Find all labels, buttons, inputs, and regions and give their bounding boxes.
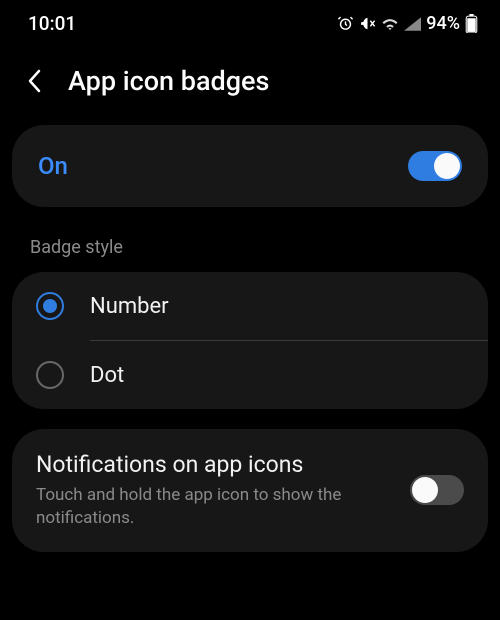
radio-label: Dot [90, 363, 124, 388]
status-bar: 10:01 94% [0, 0, 500, 43]
section-label-badge-style: Badge style [0, 207, 500, 272]
signal-icon [404, 16, 421, 32]
row-title: Notifications on app icons [36, 451, 388, 480]
chevron-left-icon [25, 67, 43, 95]
notifications-toggle-switch[interactable] [410, 475, 464, 505]
status-icons: 94% [337, 13, 478, 34]
radio-option-dot[interactable]: Dot [12, 341, 488, 409]
back-button[interactable] [20, 67, 48, 95]
master-toggle-card: On [12, 125, 488, 207]
badge-style-card: Number Dot [12, 272, 488, 409]
master-toggle-row[interactable]: On [12, 125, 488, 207]
battery-percent: 94% [426, 13, 460, 34]
notifications-on-icons-row[interactable]: Notifications on app icons Touch and hol… [12, 429, 488, 552]
radio-option-number[interactable]: Number [12, 272, 488, 340]
toggle-knob [434, 153, 460, 179]
row-subtitle: Touch and hold the app icon to show the … [36, 484, 388, 530]
alarm-icon [337, 15, 354, 32]
status-time: 10:01 [28, 12, 76, 35]
master-toggle-label: On [38, 152, 386, 180]
radio-label: Number [90, 294, 169, 319]
wifi-icon [381, 16, 399, 32]
page-title: App icon badges [68, 65, 269, 97]
toggle-knob [412, 477, 438, 503]
notifications-on-icons-card: Notifications on app icons Touch and hol… [12, 429, 488, 552]
battery-icon [465, 14, 478, 33]
radio-button[interactable] [36, 361, 64, 389]
master-toggle-switch[interactable] [408, 151, 462, 181]
page-header: App icon badges [0, 43, 500, 125]
radio-button[interactable] [36, 292, 64, 320]
mute-icon [359, 15, 376, 32]
